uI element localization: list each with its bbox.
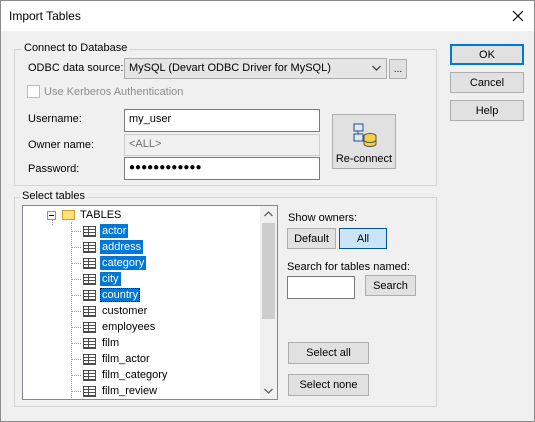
select-tables-label: Select tables — [20, 190, 87, 202]
tree-connector — [71, 294, 81, 296]
table-icon — [83, 385, 96, 397]
default-owners-button[interactable]: Default — [287, 228, 336, 249]
owner-field[interactable]: <ALL> — [124, 134, 320, 156]
tree-table-item[interactable]: employees — [71, 319, 157, 335]
table-icon — [83, 289, 96, 301]
tree-table-item[interactable]: city — [71, 271, 121, 287]
tree-table-label: employees — [102, 321, 156, 333]
odbc-source-select[interactable]: MySQL (Devart ODBC Driver for MySQL) — [124, 58, 387, 79]
table-icon — [83, 225, 96, 237]
ok-button[interactable]: OK — [450, 44, 524, 65]
odbc-label: ODBC data source: — [28, 62, 124, 74]
tree-connector — [71, 278, 81, 280]
tree-scrollbar[interactable] — [260, 206, 277, 399]
table-icon — [83, 321, 96, 333]
browse-button[interactable]: ... — [389, 59, 407, 79]
title-bar: Import Tables — [1, 1, 534, 31]
tree-table-label: film_review — [102, 385, 158, 397]
tree-table-item[interactable]: film_review — [71, 383, 159, 399]
table-icon — [83, 353, 96, 365]
password-label: Password: — [28, 163, 80, 175]
tree-table-label: country — [100, 288, 141, 302]
scroll-down-icon[interactable] — [264, 388, 273, 394]
username-field[interactable]: my_user — [124, 109, 320, 132]
tree-table-label: city — [100, 272, 121, 286]
kerberos-checkbox[interactable] — [27, 85, 40, 98]
table-icon — [83, 369, 96, 381]
show-owners-label: Show owners: — [288, 212, 358, 224]
odbc-source-value: MySQL (Devart ODBC Driver for MySQL) — [129, 62, 331, 74]
tree-table-item[interactable]: category — [71, 255, 147, 271]
table-icon — [83, 257, 96, 269]
owner-label: Owner name: — [28, 139, 95, 151]
all-owners-button[interactable]: All — [339, 228, 387, 249]
tree-root-label: TABLES — [80, 209, 122, 221]
scroll-up-icon[interactable] — [264, 211, 273, 217]
tree-table-label: actor — [100, 224, 129, 238]
tree-table-item[interactable]: film — [71, 335, 121, 351]
tables-tree[interactable]: TABLES actor address category city country cu… — [22, 205, 278, 400]
close-button[interactable] — [501, 1, 534, 31]
password-field[interactable]: ●●●●●●●●●●●● — [124, 157, 320, 180]
tree-connector — [71, 246, 81, 248]
tree-table-item[interactable]: country — [71, 287, 141, 303]
tree-table-label: film — [102, 337, 120, 349]
table-icon — [83, 273, 96, 285]
tree-connector — [71, 374, 81, 376]
tree-connector — [71, 326, 81, 328]
import-tables-dialog: Import Tables Connect to Database ODBC d… — [0, 0, 535, 422]
tree-connector — [71, 342, 81, 344]
cancel-button[interactable]: Cancel — [450, 72, 524, 93]
chevron-down-icon — [372, 65, 381, 71]
tree-connector — [71, 310, 81, 312]
reconnect-label: Re-connect — [335, 153, 393, 165]
scroll-thumb[interactable] — [262, 223, 275, 319]
connect-group-label: Connect to Database — [22, 42, 130, 54]
database-icon — [353, 123, 377, 147]
reconnect-button[interactable]: Re-connect — [332, 114, 396, 169]
tree-table-item[interactable]: address — [71, 239, 144, 255]
tree-table-item[interactable]: actor — [71, 223, 129, 239]
tree-table-item[interactable]: customer — [71, 303, 149, 319]
select-all-button[interactable]: Select all — [288, 342, 369, 364]
kerberos-label: Use Kerberos Authentication — [44, 86, 184, 98]
collapse-icon[interactable] — [47, 210, 56, 220]
search-input[interactable] — [287, 276, 355, 299]
tree-table-label: address — [100, 240, 144, 254]
tree-connector — [71, 230, 81, 232]
tree-table-label: film_actor — [102, 353, 150, 365]
folder-icon — [62, 210, 75, 220]
tree-connector — [71, 262, 81, 264]
search-label: Search for tables named: — [287, 261, 410, 273]
help-button[interactable]: Help — [450, 100, 524, 121]
search-button[interactable]: Search — [365, 275, 416, 296]
tree-table-label: film_category — [102, 369, 168, 381]
table-icon — [83, 337, 96, 349]
tree-table-item[interactable]: film_actor — [71, 351, 152, 367]
tree-connector — [71, 390, 81, 392]
tree-table-label: category — [100, 256, 147, 270]
tree-root-tables[interactable]: TABLES — [47, 207, 123, 223]
table-icon — [83, 241, 96, 253]
select-none-button[interactable]: Select none — [288, 374, 369, 396]
close-icon — [512, 10, 523, 22]
tree-table-item[interactable]: film_category — [71, 367, 169, 383]
tree-connector — [71, 358, 81, 360]
table-icon — [83, 305, 96, 317]
username-label: Username: — [28, 113, 82, 125]
tree-table-label: customer — [102, 305, 148, 317]
window-title: Import Tables — [9, 9, 81, 23]
